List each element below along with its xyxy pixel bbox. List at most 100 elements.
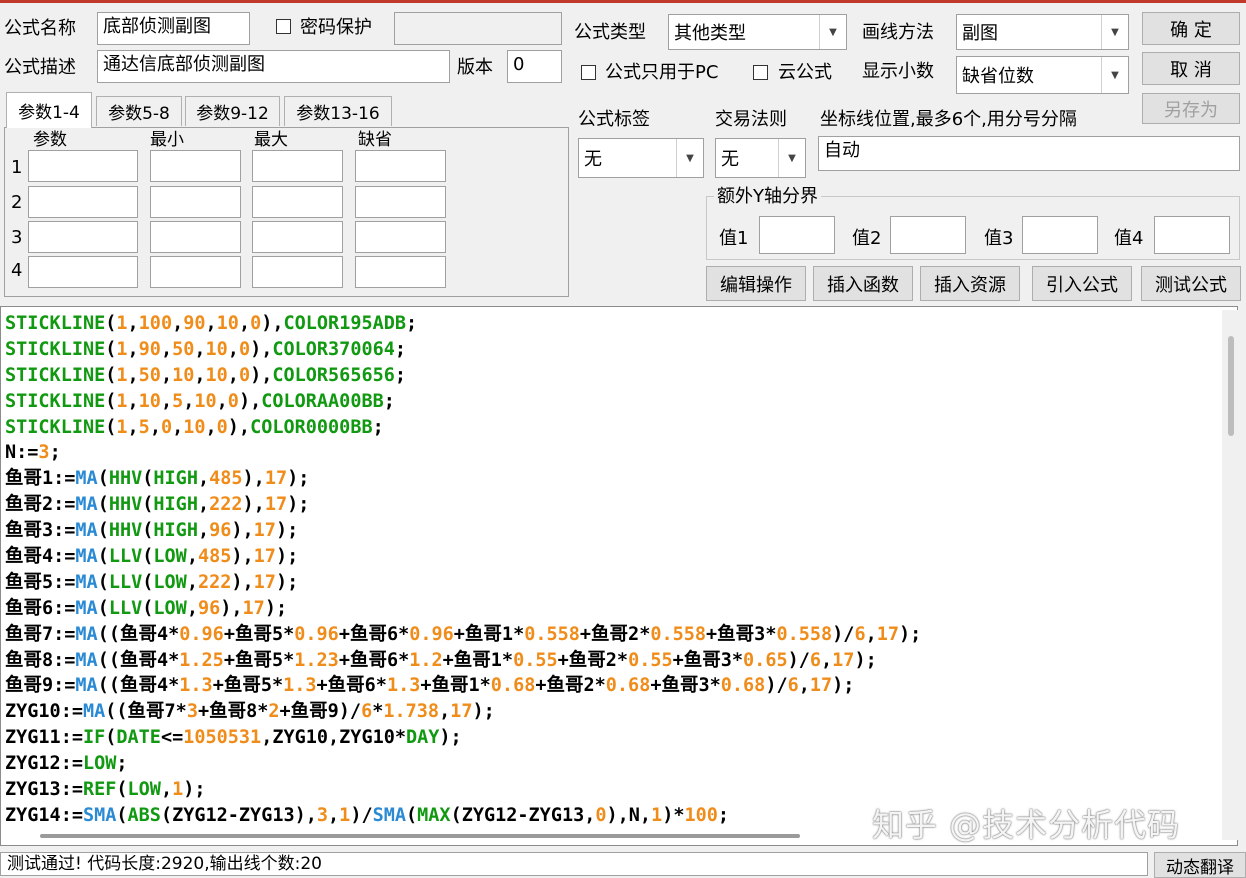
code-line[interactable]: STICKLINE(1,10,5,10,0),COLORAA00BB; <box>5 389 921 415</box>
draw-method-select[interactable]: 副图 ▼ <box>956 14 1129 50</box>
code-token: , <box>798 675 810 697</box>
ok-button[interactable]: 确 定 <box>1142 12 1240 45</box>
param-name-input[interactable] <box>28 186 138 218</box>
code-line[interactable]: STICKLINE(1,100,90,10,0),COLOR195ADB; <box>5 311 921 337</box>
trade-rule-select[interactable]: 无 ▼ <box>715 138 806 178</box>
tab-params-1-4[interactable]: 参数1-4 <box>6 92 92 128</box>
pc-only-label: 公式只用于PC <box>605 62 719 83</box>
code-token: 17 <box>264 468 288 490</box>
code-token: 0 <box>227 390 239 412</box>
code-line[interactable]: 鱼哥4:=MA(LLV(LOW,485),17); <box>5 544 921 570</box>
param-min-input[interactable] <box>150 150 241 182</box>
code-token: ; <box>49 442 61 464</box>
edit-ops-button[interactable]: 编辑操作 <box>706 266 806 301</box>
code-line[interactable]: N:=3; <box>5 440 921 466</box>
value4-input[interactable] <box>1154 216 1230 254</box>
param-name-input[interactable] <box>28 256 138 288</box>
code-token: * <box>372 701 384 723</box>
formula-tag-select[interactable]: 无 ▼ <box>578 138 704 178</box>
param-min-input[interactable] <box>150 186 241 218</box>
code-line[interactable]: STICKLINE(1,50,10,10,0),COLOR565656; <box>5 363 921 389</box>
password-input[interactable] <box>394 12 562 45</box>
param-max-input[interactable] <box>252 150 343 182</box>
param-default-input[interactable] <box>355 221 446 253</box>
param-min-input[interactable] <box>150 221 241 253</box>
decimals-select[interactable]: 缺省位数 ▼ <box>956 56 1129 94</box>
code-token: +鱼哥2* <box>535 675 606 697</box>
code-line[interactable]: STICKLINE(1,5,0,10,0),COLOR0000BB; <box>5 415 921 441</box>
code-line[interactable]: STICKLINE(1,90,50,10,0),COLOR370064; <box>5 337 921 363</box>
code-line[interactable]: ZYG11:=IF(DATE<=1050531,ZYG10,ZYG10*DAY)… <box>5 725 921 751</box>
cancel-button[interactable]: 取 消 <box>1142 52 1240 85</box>
code-token: 0.558 <box>776 623 833 645</box>
param-max-input[interactable] <box>252 256 343 288</box>
code-line[interactable]: 鱼哥3:=MA(HHV(HIGH,96),17); <box>5 518 921 544</box>
horizontal-scroll-thumb[interactable] <box>40 834 800 838</box>
code-line[interactable]: 鱼哥6:=MA(LLV(LOW,96),17); <box>5 596 921 622</box>
password-checkbox[interactable] <box>276 19 291 34</box>
tab-params-13-16[interactable]: 参数13-16 <box>284 96 392 126</box>
code-line[interactable]: ZYG14:=SMA(ABS(ZYG12-ZYG13),3,1)/SMA(MAX… <box>5 803 921 829</box>
axis-position-input[interactable]: 自动 <box>818 136 1240 171</box>
param-min-input[interactable] <box>150 256 241 288</box>
code-token: MA <box>75 468 98 490</box>
code-token: ), <box>220 597 243 619</box>
code-line[interactable]: ZYG13:=REF(LOW,1); <box>5 777 921 803</box>
param-default-input[interactable] <box>355 256 446 288</box>
cloud-checkbox[interactable] <box>753 65 768 80</box>
value2-input[interactable] <box>890 216 966 254</box>
value3-input[interactable] <box>1022 216 1098 254</box>
code-line[interactable]: 鱼哥7:=MA((鱼哥4*0.96+鱼哥5*0.96+鱼哥6*0.96+鱼哥1*… <box>5 622 921 648</box>
code-line[interactable]: 鱼哥9:=MA((鱼哥4*1.3+鱼哥5*1.3+鱼哥6*1.3+鱼哥1*0.6… <box>5 673 921 699</box>
param-name-input[interactable] <box>28 221 138 253</box>
param-row-number: 1 <box>11 157 23 178</box>
tab-params-5-8[interactable]: 参数5-8 <box>96 96 182 126</box>
code-token: STICKLINE <box>5 390 106 412</box>
formula-type-select[interactable]: 其他类型 ▼ <box>668 14 847 50</box>
code-line[interactable]: 鱼哥5:=MA(LLV(LOW,222),17); <box>5 570 921 596</box>
code-token: , <box>160 338 173 360</box>
import-formula-button[interactable]: 引入公式 <box>1032 266 1132 301</box>
code-line[interactable]: ZYG10:=MA((鱼哥7*3+鱼哥8*2+鱼哥9)/6*1.738,17); <box>5 699 921 725</box>
code-token: , <box>160 390 173 412</box>
param-row-number: 2 <box>11 192 23 213</box>
insert-resource-button[interactable]: 插入资源 <box>920 266 1020 301</box>
code-line[interactable]: 鱼哥2:=MA(HHV(HIGH,222),17); <box>5 492 921 518</box>
code-token: ); <box>275 546 299 568</box>
test-formula-button[interactable]: 测试公式 <box>1141 266 1241 301</box>
code-token: 6 <box>854 623 866 645</box>
code-token: 5 <box>138 416 150 438</box>
param-max-input[interactable] <box>252 186 343 218</box>
code-token: )* <box>662 804 685 826</box>
value1-input[interactable] <box>759 216 835 254</box>
code-token: , <box>216 390 228 412</box>
save-as-button[interactable]: 另存为 <box>1142 93 1240 124</box>
draw-method-value: 副图 <box>962 23 998 44</box>
insert-function-button[interactable]: 插入函数 <box>813 266 913 301</box>
chevron-down-icon: ▼ <box>1101 57 1128 93</box>
code-content[interactable]: STICKLINE(1,100,90,10,0),COLOR195ADB; STI… <box>5 311 921 829</box>
param-default-input[interactable] <box>355 150 446 182</box>
param-max-input[interactable] <box>252 221 343 253</box>
param-default-input[interactable] <box>355 186 446 218</box>
code-token: LOW <box>153 597 187 619</box>
dynamic-translate-button[interactable]: 动态翻译 <box>1154 852 1246 878</box>
code-editor[interactable]: STICKLINE(1,100,90,10,0),COLOR195ADB; STI… <box>0 306 1238 846</box>
pc-only-checkbox[interactable] <box>581 65 596 80</box>
code-token: 17 <box>242 597 265 619</box>
vertical-scroll-thumb[interactable] <box>1228 336 1234 436</box>
code-token: 0.96 <box>294 623 339 645</box>
code-line[interactable]: ZYG12:=LOW; <box>5 751 921 777</box>
code-line[interactable]: 鱼哥1:=MA(HHV(HIGH,485),17); <box>5 466 921 492</box>
formula-tag-value: 无 <box>584 149 602 170</box>
code-token: , <box>197 520 210 542</box>
formula-name-input[interactable]: 底部侦测副图 <box>97 12 250 45</box>
code-token: , <box>439 701 451 723</box>
param-name-input[interactable] <box>28 150 138 182</box>
decimals-value: 缺省位数 <box>962 66 1034 87</box>
code-token: LOW <box>127 779 161 801</box>
formula-desc-input[interactable]: 通达信底部侦测副图 <box>97 50 450 83</box>
version-input[interactable]: 0 <box>507 50 562 83</box>
code-line[interactable]: 鱼哥8:=MA((鱼哥4*1.25+鱼哥5*1.23+鱼哥6*1.2+鱼哥1*0… <box>5 648 921 674</box>
tab-params-9-12[interactable]: 参数9-12 <box>185 96 280 126</box>
